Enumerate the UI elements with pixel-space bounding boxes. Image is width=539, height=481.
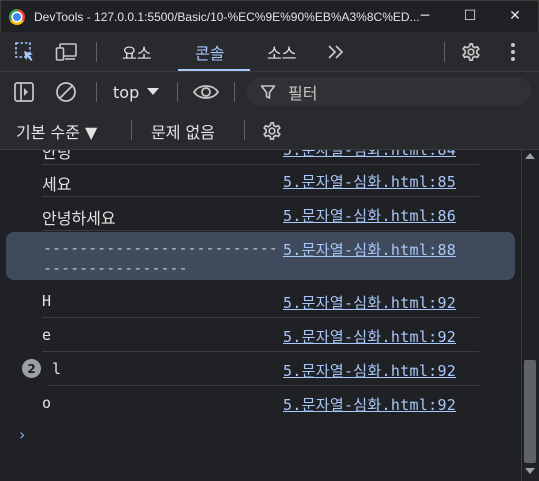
settings-gear-icon[interactable]	[459, 40, 483, 64]
console-message-row[interactable]: 안녕하세요 5.문자열-심화.html:86	[42, 197, 479, 231]
console-message-text: 안녕하세요	[42, 211, 116, 228]
toolbar-divider	[96, 42, 97, 62]
inspect-element-icon[interactable]	[13, 40, 37, 64]
tab-console[interactable]: 콘솔	[195, 32, 224, 72]
console-settings-gear-icon[interactable]	[260, 119, 284, 143]
context-selector[interactable]: top	[113, 72, 160, 112]
console-message-text: o	[42, 394, 52, 412]
console-message-row[interactable]: e 5.문자열-심화.html:92	[42, 318, 479, 352]
device-toolbar-icon[interactable]	[55, 40, 79, 64]
more-options-icon[interactable]	[501, 40, 525, 64]
console-message-text: H	[42, 292, 52, 310]
minimize-button[interactable]: ─	[402, 0, 448, 32]
repeat-count-badge: 2	[22, 359, 41, 378]
toolbar-divider	[244, 120, 245, 140]
chevron-double-right-icon	[328, 45, 344, 59]
source-link[interactable]: 5.문자열-심화.html:92	[283, 292, 456, 313]
console-output[interactable]: 안녕 5.문자열-심화.html:84 세요 5.문자열-심화.html:85 …	[0, 150, 521, 481]
source-link[interactable]: 5.문자열-심화.html:86	[283, 205, 456, 226]
console-prompt-icon[interactable]: ›	[19, 425, 25, 444]
issues-counter[interactable]: 문제 없음	[151, 112, 215, 150]
scroll-up-arrow-icon[interactable]	[525, 153, 535, 159]
filter-funnel-icon	[260, 85, 276, 99]
source-link[interactable]: 5.문자열-심화.html:88	[283, 239, 456, 260]
maximize-button[interactable]: ☐	[447, 0, 493, 32]
clear-console-icon[interactable]	[54, 80, 78, 104]
console-message-row[interactable]: -------------------------- -------------…	[42, 231, 479, 283]
chrome-logo-icon	[9, 8, 25, 25]
caret-down-icon	[147, 88, 160, 95]
close-button[interactable]: ✕	[492, 0, 538, 32]
source-link[interactable]: 5.문자열-심화.html:84	[283, 150, 456, 160]
log-levels-dropdown[interactable]: 기본 수준 ▼	[16, 112, 97, 150]
context-label: top	[113, 82, 140, 102]
filter-placeholder: 필터	[288, 83, 318, 103]
source-link[interactable]: 5.문자열-심화.html:85	[283, 171, 456, 192]
source-link[interactable]: 5.문자열-심화.html:92	[283, 394, 456, 415]
scroll-down-arrow-icon[interactable]	[525, 468, 535, 474]
separator-line-text: ----------------	[43, 259, 188, 277]
source-link[interactable]: 5.문자열-심화.html:92	[283, 360, 456, 381]
console-message-text: 안녕	[42, 150, 72, 162]
console-message-row[interactable]: o 5.문자열-심화.html:92	[42, 386, 479, 420]
console-message-row[interactable]: l 5.문자열-심화.html:92	[49, 352, 479, 386]
more-tabs-button[interactable]	[326, 32, 346, 72]
toolbar-divider	[131, 120, 132, 140]
console-message-text: 세요	[42, 177, 72, 194]
toolbar-divider	[96, 82, 97, 102]
console-message-text: l	[52, 360, 62, 378]
scrollbar-thumb[interactable]	[524, 360, 536, 463]
console-message-row[interactable]: 세요 5.문자열-심화.html:85	[42, 163, 479, 197]
tab-elements[interactable]: 요소	[122, 32, 151, 72]
filter-input[interactable]: 필터	[246, 77, 531, 106]
sidebar-toggle-icon[interactable]	[12, 80, 36, 104]
separator-line-text: --------------------------	[43, 239, 278, 257]
tab-sources[interactable]: 소스	[267, 32, 296, 72]
console-message-text: e	[42, 326, 52, 344]
toolbar-divider	[177, 82, 178, 102]
console-message-row[interactable]: H 5.문자열-심화.html:92	[42, 284, 479, 318]
toolbar-divider	[234, 82, 235, 102]
window-title: DevTools - 127.0.0.1:5500/Basic/10-%EC%9…	[34, 9, 420, 24]
live-expression-eye-icon[interactable]	[192, 80, 220, 104]
active-tab-indicator	[178, 69, 250, 71]
source-link[interactable]: 5.문자열-심화.html:92	[283, 326, 456, 347]
toolbar-divider	[444, 42, 445, 62]
